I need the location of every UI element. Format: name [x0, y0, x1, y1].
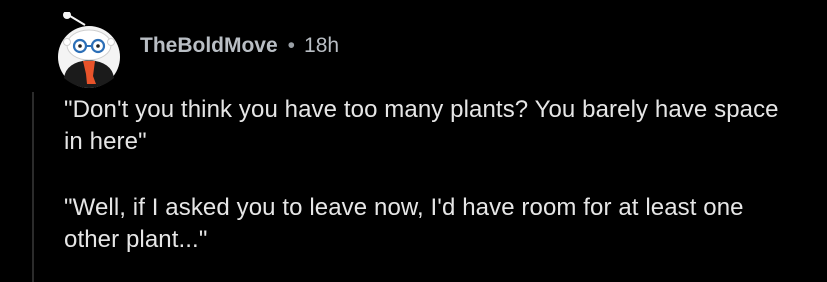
meta-separator: •: [287, 34, 296, 57]
author-username-link[interactable]: TheBoldMove: [140, 33, 278, 59]
comment-timestamp: 18h: [304, 34, 340, 57]
comment-paragraph: "Don't you think you have too many plant…: [64, 96, 779, 155]
thread-line: [32, 92, 34, 282]
snoo-avatar-icon: [58, 11, 120, 88]
comment-meta: TheBoldMove • 18h: [140, 33, 339, 59]
user-avatar[interactable]: [50, 11, 128, 90]
comment-body: "Don't you think you have too many plant…: [64, 94, 804, 256]
comment-paragraph: "Well, if I asked you to leave now, I'd …: [64, 194, 744, 253]
